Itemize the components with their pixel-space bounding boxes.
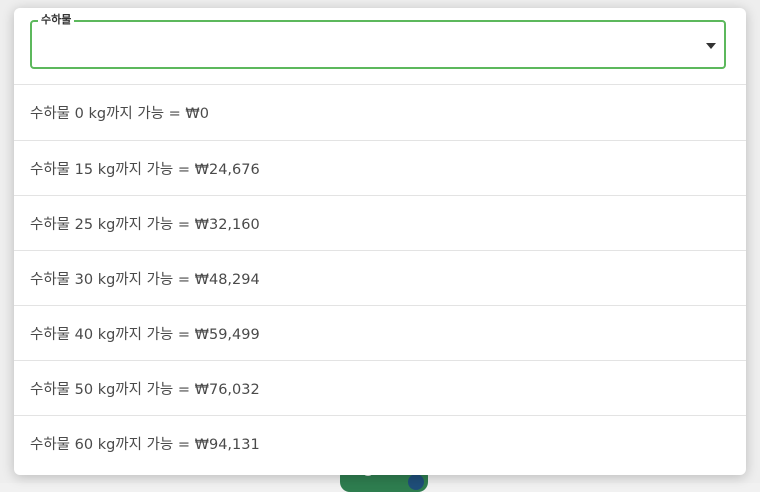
baggage-option-30kg[interactable]: 수하물 30 kg까지 가능 = ₩48,294	[14, 250, 746, 305]
baggage-option-25kg[interactable]: 수하물 25 kg까지 가능 = ₩32,160	[14, 195, 746, 250]
baggage-option-60kg[interactable]: 수하물 60 kg까지 가능 = ₩94,131	[14, 415, 746, 470]
baggage-option-0kg[interactable]: 수하물 0 kg까지 가능 = ₩0	[14, 84, 746, 140]
baggage-option-15kg[interactable]: 수하물 15 kg까지 가능 = ₩24,676	[14, 140, 746, 195]
baggage-select-field[interactable]: 수하물	[30, 13, 726, 69]
baggage-options-list: 수하물 0 kg까지 가능 = ₩0 수하물 15 kg까지 가능 = ₩24,…	[14, 84, 746, 470]
baggage-select-label: 수하물	[38, 13, 75, 27]
baggage-option-40kg[interactable]: 수하물 40 kg까지 가능 = ₩59,499	[14, 305, 746, 360]
caret-down-icon[interactable]	[706, 43, 716, 49]
baggage-option-50kg[interactable]: 수하물 50 kg까지 가능 = ₩76,032	[14, 360, 746, 415]
baggage-select-dropdown: 수하물 수하물 0 kg까지 가능 = ₩0 수하물 15 kg까지 가능 = …	[14, 8, 746, 475]
